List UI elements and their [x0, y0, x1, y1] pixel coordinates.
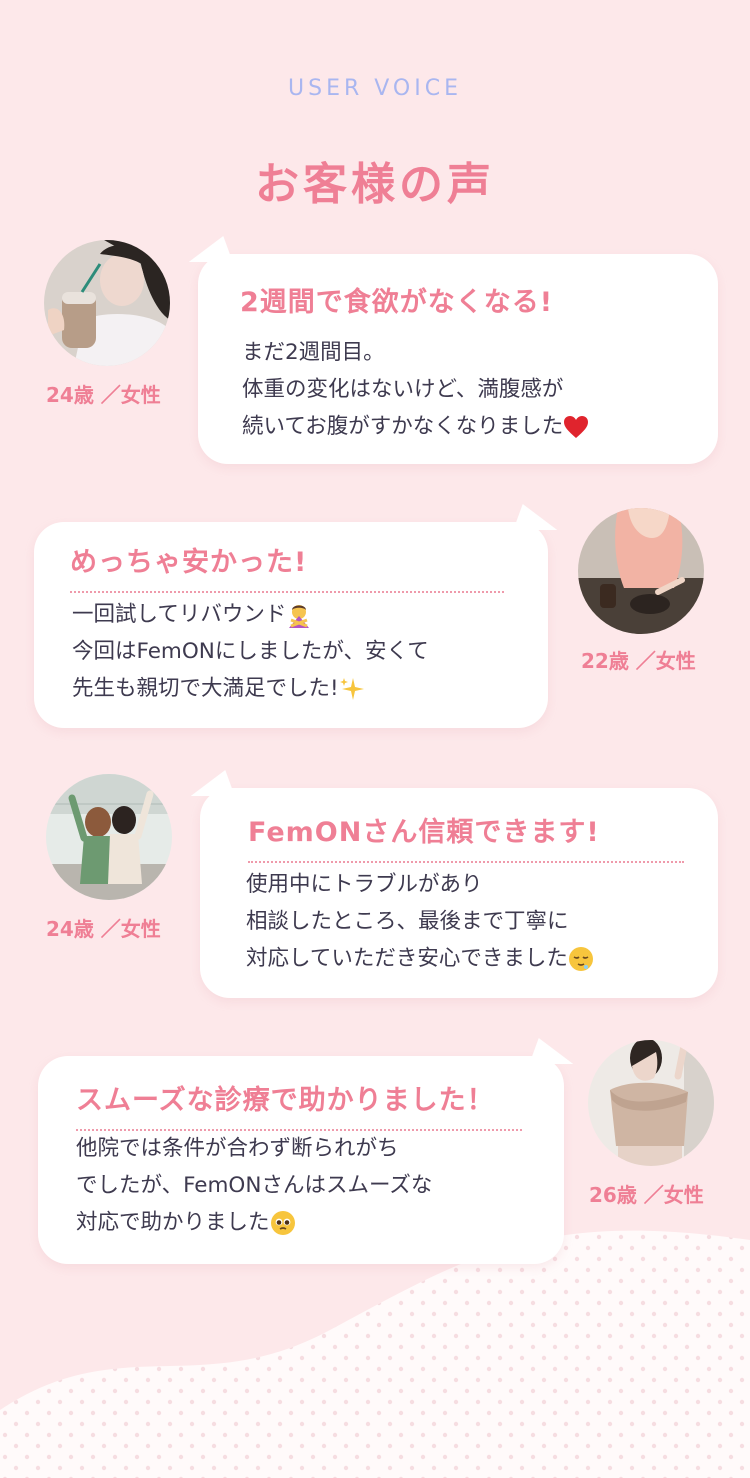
- person-gesturing-no-icon: [289, 605, 310, 628]
- reviewer-age-gender: 24歳 ／女性: [46, 383, 161, 407]
- review-body: 一回試してリバウンド 今回はFemONにしましたが、安くて 先生も親切で大満足で…: [72, 596, 429, 707]
- review-line: 今回はFemONにしましたが、安くて: [72, 639, 429, 664]
- section-eyebrow: USER VOICE: [288, 76, 462, 101]
- avatar-photo: [44, 240, 170, 366]
- review-line: 対応していただき安心できました: [246, 946, 568, 971]
- heart-icon: [564, 416, 589, 438]
- review-line: 使用中にトラブルがあり: [246, 872, 483, 897]
- sparkles-icon: [339, 678, 364, 700]
- review-line: 先生も親切で大満足でした!: [72, 676, 339, 701]
- reviewer-age-gender: 22歳 ／女性: [581, 649, 696, 673]
- review-line: 対応で助かりました: [76, 1210, 270, 1235]
- avatar-photo: [46, 774, 172, 900]
- relieved-face-icon: [568, 947, 593, 971]
- review-card: スムーズな診療で助かりました！ 他院では条件が合わず断られがち でしたが、Fem…: [38, 1038, 583, 1264]
- review-body: まだ2週間目。 体重の変化はないけど、満腹感が 続いてお腹がすかなくなりました: [242, 334, 589, 445]
- review-card: めっちゃ安かった! 一回試してリバウンド 今回はFemONにしましたが、安くて …: [34, 504, 567, 728]
- reviewer-age-gender: 24歳 ／女性: [46, 917, 161, 941]
- review-body: 使用中にトラブルがあり 相談したところ、最後まで丁寧に 対応していただき安心でき…: [246, 866, 594, 977]
- dotted-divider: [248, 861, 684, 863]
- review-heading: FemONさん信頼できます!: [248, 817, 600, 848]
- review-heading: 2週間で食欲がなくなる!: [240, 287, 554, 318]
- review-body: 他院では条件が合わず断られがち でしたが、FemONさんはスムーズな 対応で助か…: [76, 1130, 432, 1241]
- review-line: 体重の変化はないけど、満腹感が: [242, 377, 564, 402]
- review-card: 2週間で食欲がなくなる! まだ2週間目。 体重の変化はないけど、満腹感が 続いて…: [179, 236, 718, 464]
- review-card: FemONさん信頼できます! 使用中にトラブルがあり 相談したところ、最後まで丁…: [181, 770, 718, 998]
- review-line: 相談したところ、最後まで丁寧に: [246, 909, 569, 934]
- review-line: でしたが、FemONさんはスムーズな: [76, 1173, 433, 1198]
- avatar-photo: [578, 508, 704, 634]
- reviewer-age-gender: 26歳 ／女性: [589, 1183, 704, 1207]
- pleading-face-icon: [270, 1211, 295, 1235]
- review-line: まだ2週間目。: [242, 340, 385, 365]
- avatar-photo: [588, 1040, 714, 1166]
- review-line: 一回試してリバウンド: [72, 602, 287, 627]
- review-heading: めっちゃ安かった!: [70, 547, 308, 578]
- review-line: 続いてお腹がすかなくなりました: [242, 414, 564, 439]
- section-title: お客様の声: [255, 159, 495, 210]
- review-line: 他院では条件が合わず断られがち: [76, 1136, 399, 1161]
- dotted-divider: [70, 591, 504, 593]
- review-heading: スムーズな診療で助かりました！: [76, 1085, 495, 1116]
